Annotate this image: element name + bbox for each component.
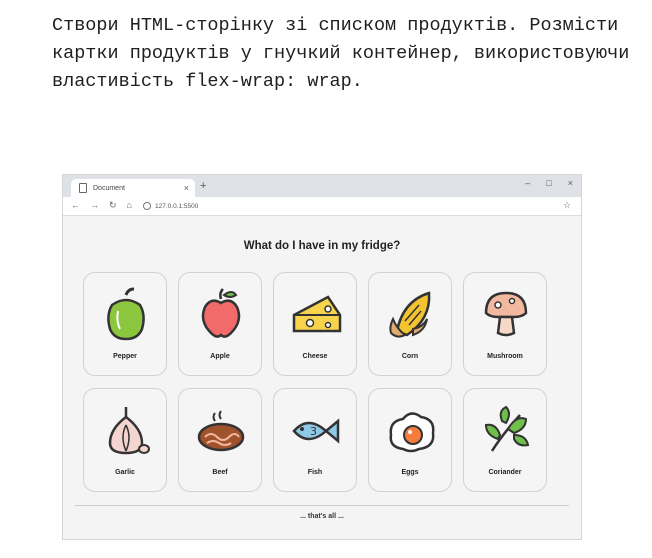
corn-icon [389, 291, 431, 338]
garlic-icon [108, 407, 150, 455]
product-card[interactable]: Corn [368, 272, 452, 376]
tab-document[interactable]: Document × [71, 179, 195, 197]
tab-close-icon[interactable]: × [184, 183, 189, 193]
product-card[interactable]: Pepper [83, 272, 167, 376]
tab-bar: Document × + – □ × [63, 175, 581, 197]
product-card[interactable]: Apple [178, 272, 262, 376]
product-card[interactable]: Eggs [368, 388, 452, 492]
mushroom-icon [484, 291, 528, 337]
minimize-button[interactable]: – [525, 178, 530, 188]
egg-icon [389, 412, 435, 453]
reload-icon[interactable]: ↻ [109, 200, 117, 211]
product-card[interactable]: Cheese [273, 272, 357, 376]
close-window-button[interactable]: × [568, 178, 573, 188]
product-card[interactable]: Beef [178, 388, 262, 492]
product-label: Cheese [302, 353, 328, 360]
maximize-button[interactable]: □ [546, 178, 551, 188]
product-label: Eggs [401, 469, 419, 476]
product-label: Coriander [488, 469, 522, 476]
footer-text: ... that's all ... [300, 513, 344, 520]
beef-icon [197, 410, 245, 452]
back-icon[interactable]: ← [71, 200, 80, 211]
tab-title: Document [93, 184, 125, 192]
task-text: Створи HTML-сторінку зі списком продукті… [52, 15, 630, 92]
product-label: Mushroom [487, 353, 523, 360]
url-field[interactable]: 127.0.0.1:5500 [143, 202, 198, 210]
product-label: Pepper [113, 353, 137, 360]
url-text: 127.0.0.1:5500 [155, 202, 199, 210]
page-heading: What do I have in my fridge? [243, 240, 401, 252]
fish-icon: 3 [292, 418, 340, 444]
window-controls: – □ × [525, 178, 573, 188]
product-card[interactable]: Coriander [463, 388, 547, 492]
bookmark-star-icon[interactable]: ☆ [563, 200, 571, 211]
product-card[interactable]: 3 Fish [273, 388, 357, 492]
divider [75, 505, 569, 506]
forward-icon[interactable]: → [90, 200, 99, 211]
pepper-icon [107, 287, 145, 341]
product-card[interactable]: Mushroom [463, 272, 547, 376]
product-label: Garlic [115, 469, 135, 476]
nav-buttons: ← → ↻ ⌂ [71, 200, 132, 211]
product-label: Apple [210, 353, 230, 360]
apple-icon [201, 288, 241, 338]
page-content: What do I have in my fridge? Pepper Apple… [63, 216, 581, 539]
new-tab-button[interactable]: + [200, 180, 206, 192]
product-grid: Pepper Apple Cheese Corn Mushroom Garlic Beef 3… [83, 272, 563, 492]
info-icon [143, 202, 151, 210]
svg-text:3: 3 [310, 425, 317, 438]
cheese-icon [292, 295, 342, 333]
home-icon[interactable]: ⌂ [127, 200, 132, 211]
product-label: Corn [401, 353, 419, 360]
product-card[interactable]: Garlic [83, 388, 167, 492]
address-bar: ← → ↻ ⌂ 127.0.0.1:5500 ☆ [63, 197, 581, 216]
browser-screenshot: Document × + – □ × ← → ↻ ⌂ 127.0.0.1:550… [62, 174, 582, 540]
product-label: Beef [212, 469, 228, 476]
document-icon [79, 183, 87, 193]
product-label: Fish [307, 469, 323, 476]
coriander-icon [484, 405, 530, 452]
